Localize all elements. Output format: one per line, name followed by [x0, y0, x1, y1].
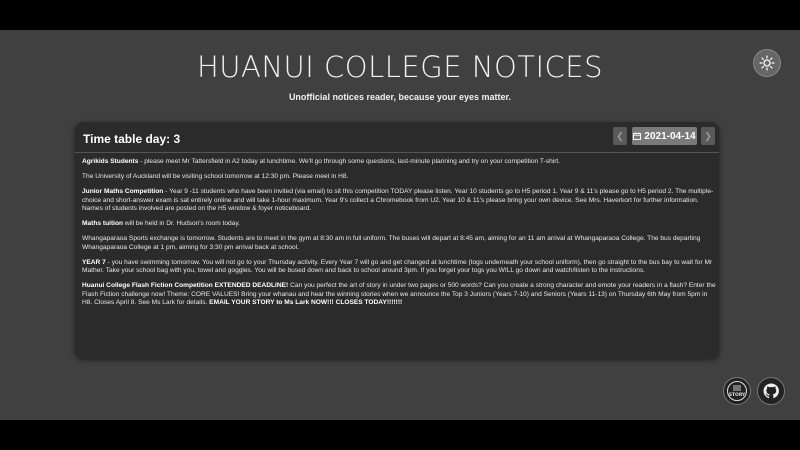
previous-day-button[interactable]: ❮ — [613, 127, 627, 145]
notice-title: Junior Maths Competition — [82, 187, 164, 195]
notice-item: Whangaparaoa Sports exchange is tomorrow… — [82, 235, 716, 252]
date-picker-button[interactable]: 2021-04-14 — [632, 127, 697, 145]
github-button[interactable] — [757, 377, 785, 405]
chevron-left-icon: ❮ — [616, 130, 624, 141]
notice-item: YEAR 7 - you have swimming tomorrow. You… — [82, 258, 713, 275]
notice-item: Junior Maths Competition - Year 9 -11 st… — [82, 187, 714, 213]
notice-title: YEAR 7 — [82, 258, 106, 266]
app-background: HUANUI COLLEGE NOTICES Unofficial notice… — [0, 30, 800, 420]
notice-item: Huanui College Flash Fiction Competition… — [82, 282, 716, 308]
story-label: STORY — [729, 392, 746, 398]
next-day-button[interactable]: ❯ — [701, 127, 715, 145]
notice-item: The University of Auckland will be visit… — [82, 173, 716, 182]
timetable-day: Time table day: 3 — [83, 132, 181, 146]
card-divider — [75, 152, 719, 153]
notice-callout: EMAIL YOUR STORY to Ms Lark NOW!!! CLOSE… — [209, 299, 403, 307]
page-title: HUANUI COLLEGE NOTICES — [196, 50, 604, 84]
date-label: 2021-04-14 — [644, 130, 696, 142]
notice-body: Whangaparaoa Sports exchange is tomorrow… — [82, 235, 701, 251]
notices-card: Time table day: 3 ❮ 2021-04-14 ❯ Agrikid… — [75, 122, 719, 358]
calendar-icon — [633, 132, 642, 140]
notice-title: Agrikids Students — [82, 158, 139, 165]
notices-list: Agrikids Students - please meet Mr Tatte… — [82, 158, 716, 314]
notice-item: Agrikids Students - please meet Mr Tatte… — [82, 158, 561, 165]
github-icon — [763, 383, 779, 399]
notice-item: Maths tuition will be held in Dr. Hudson… — [82, 220, 716, 229]
theme-toggle-button[interactable] — [753, 49, 781, 77]
notice-body: please meet Mr Tattersfield in A2 today … — [144, 158, 561, 165]
page-subtitle: Unofficial notices reader, because your … — [288, 92, 512, 102]
notice-body: The University of Auckland will be visit… — [82, 172, 349, 180]
chevron-right-icon: ❯ — [704, 130, 712, 141]
notice-body: you have swimming tomorrow. You will not… — [82, 258, 713, 275]
notice-title: Huanui College Flash Fiction Competition… — [82, 282, 289, 290]
story-badge-icon: STORY — [727, 381, 747, 401]
story-button[interactable]: STORY — [723, 377, 751, 405]
notice-body: will be held in Dr. Hudson's room today. — [124, 220, 240, 228]
sun-icon — [759, 55, 775, 71]
notice-body: Year 9 -11 students who have been invite… — [82, 187, 714, 213]
card-header: Time table day: 3 ❮ 2021-04-14 ❯ — [75, 122, 719, 152]
notice-title: Maths tuition — [82, 220, 124, 228]
